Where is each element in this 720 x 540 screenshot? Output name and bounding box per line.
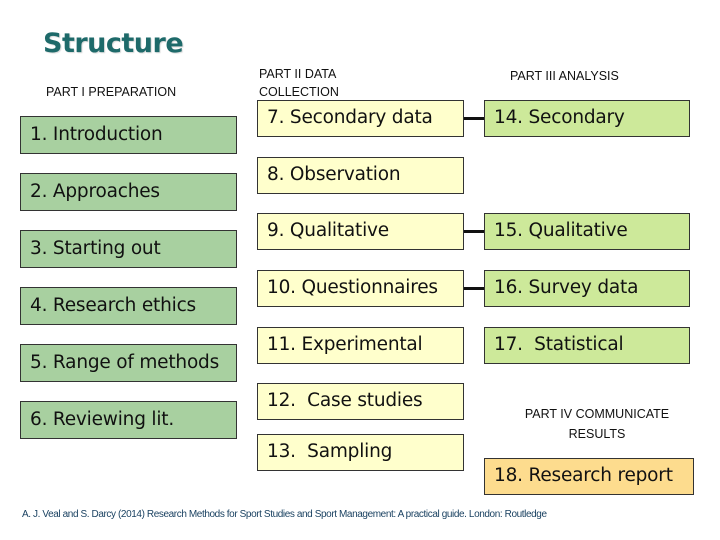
chapter-box-experimental: 11. Experimental [257, 327, 464, 364]
chapter-box-research-report: 18. Research report [484, 458, 694, 495]
part-4-label-line-1: PART IV COMMUNICATE [524, 407, 670, 421]
chapter-box-approaches: 2. Approaches [20, 173, 237, 211]
connector-qualitative [464, 230, 484, 233]
chapter-box-introduction: 1. Introduction [20, 116, 237, 154]
part-4-label: PART IV COMMUNICATE RESULTS [504, 404, 690, 444]
chapter-box-observation: 8. Observation [257, 157, 464, 194]
chapter-box-survey-data: 16. Survey data [484, 270, 690, 307]
part-1-label: PART I PREPARATION [46, 85, 177, 99]
chapter-box-qualitative-analysis: 15. Qualitative [484, 213, 690, 250]
slide-title: Structure [43, 28, 184, 59]
part-3-label: PART III ANALYSIS [510, 69, 619, 83]
part-2-label-line-2: COLLECTION [259, 85, 339, 99]
connector-secondary [464, 117, 484, 120]
part-2-label: PART II DATA COLLECTION [259, 64, 339, 102]
chapter-box-starting-out: 3. Starting out [20, 230, 237, 268]
chapter-box-qualitative-collection: 9. Qualitative [257, 213, 464, 250]
chapter-box-secondary-analysis: 14. Secondary [484, 100, 690, 137]
chapter-box-sampling: 13. Sampling [257, 434, 464, 471]
chapter-box-statistical: 17. Statistical [484, 327, 690, 364]
citation: A. J. Veal and S. Darcy (2014) Research … [22, 509, 547, 520]
chapter-box-range-of-methods: 5. Range of methods [20, 344, 237, 382]
part-4-label-line-2: RESULTS [568, 427, 626, 441]
connector-survey [464, 287, 484, 290]
chapter-box-research-ethics: 4. Research ethics [20, 287, 237, 325]
chapter-box-secondary-data: 7. Secondary data [257, 100, 464, 137]
chapter-box-case-studies: 12. Case studies [257, 383, 464, 420]
part-2-label-line-1: PART II DATA [259, 67, 337, 81]
chapter-box-reviewing-lit: 6. Reviewing lit. [20, 401, 237, 439]
chapter-box-questionnaires: 10. Questionnaires [257, 270, 464, 307]
